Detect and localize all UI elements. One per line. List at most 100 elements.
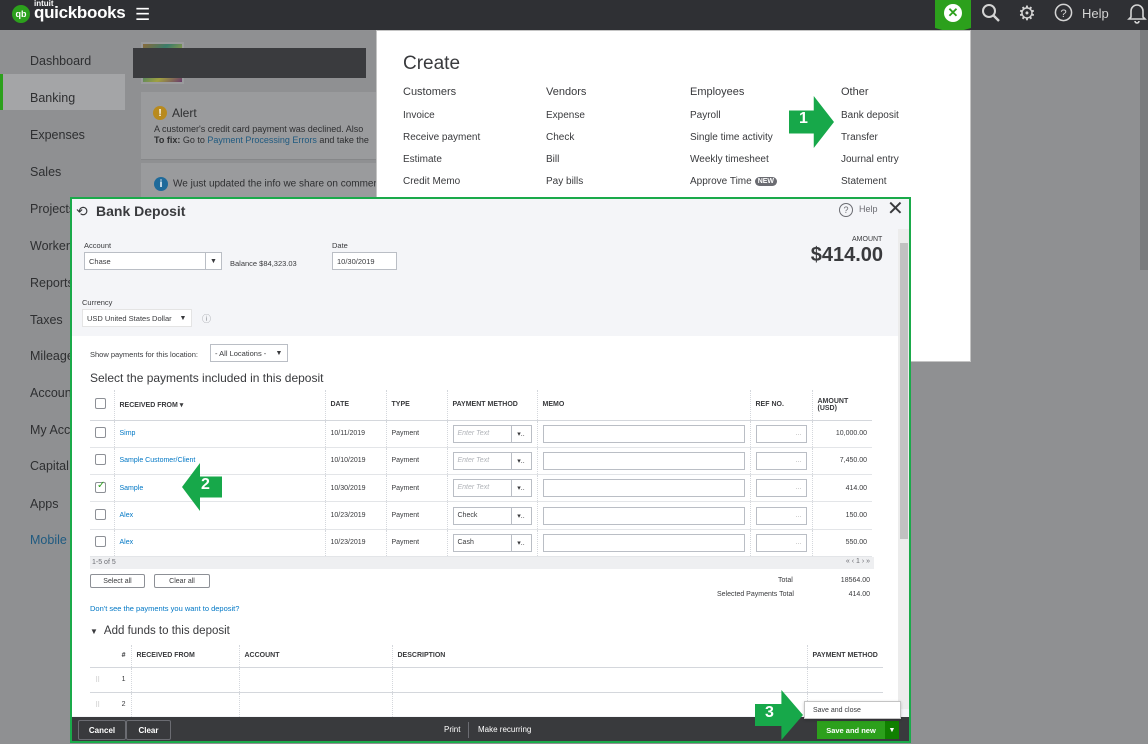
received-from-link[interactable]: Sample Customer/Client [120,457,196,464]
history-icon[interactable]: ⟲ [76,203,88,220]
ref-no-input[interactable]: ... [755,424,807,443]
make-recurring-button[interactable]: Make recurring [478,725,531,734]
payment-method-select[interactable]: Enter Text ▾.. [452,479,532,498]
amount-label: AMOUNT [852,236,883,243]
ref-no-input[interactable]: ... [755,451,807,470]
sidebar-item-dashboard[interactable]: Dashboard [30,54,140,68]
help-icon[interactable]: ? [1054,3,1073,27]
memo-input[interactable] [542,506,745,525]
brand-name: quickbooks [34,3,126,22]
new-badge: NEW [754,176,778,186]
create-toggle-button[interactable]: ✕ [935,0,971,33]
missing-payments-link[interactable]: Don't see the payments you want to depos… [90,604,239,613]
chevron-down-icon: ▾.. [510,507,531,524]
help-icon[interactable]: ? [839,203,853,217]
print-button[interactable]: Print [444,725,460,734]
create-approve-time[interactable]: Approve Time NEW [690,176,778,198]
account-select[interactable]: Chase ▼ [84,252,222,270]
cancel-button[interactable]: Cancel [78,720,126,740]
drag-handle-icon[interactable]: ⠿ [90,692,110,718]
create-estimate[interactable]: Estimate [403,154,480,176]
drag-handle-icon[interactable]: ⠿ [90,667,110,693]
create-statement[interactable]: Statement [841,176,899,198]
clear-all-button[interactable]: Clear all [154,574,210,588]
create-expense[interactable]: Expense [546,110,586,132]
scrollbar-thumb[interactable] [900,243,908,539]
currency-select[interactable]: USD United States Dollar ▼ [82,309,192,327]
save-options-caret[interactable]: ▼ [885,721,899,739]
modal-scrollbar[interactable] [898,229,909,709]
create-pay-bills[interactable]: Pay bills [546,176,586,198]
row-amount: 150.00 [812,501,872,530]
row-checkbox[interactable] [95,509,106,521]
create-credit-memo[interactable]: Credit Memo [403,176,480,198]
create-weekly-timesheet[interactable]: Weekly timesheet [690,154,777,176]
row-checkbox[interactable] [95,536,106,548]
close-icon[interactable]: ✕ [887,199,904,219]
create-journal-entry[interactable]: Journal entry [841,154,899,176]
col-received-from[interactable]: RECEIVED FROM ▾ [114,390,326,421]
create-invoice[interactable]: Invoice [403,110,480,132]
currency-help-icon[interactable]: ⓘ [202,312,211,325]
table-row[interactable]: Alex 10/23/2019 Payment Check ▾..... 150.00 [90,501,872,530]
funds-header-row: # RECEIVED FROM ACCOUNT DESCRIPTION PAYM… [90,645,883,668]
help-label[interactable]: Help [1082,6,1109,21]
pagination-controls[interactable]: « ‹ 1 › » [846,558,870,565]
select-all-checkbox[interactable] [95,398,106,410]
save-and-new-button[interactable]: Save and new [817,721,885,739]
help-link[interactable]: Help [859,204,878,214]
funds-row[interactable]: ⠿ 1 [90,667,883,693]
payment-errors-link[interactable]: Payment Processing Errors [207,135,317,145]
table-row[interactable]: Alex 10/23/2019 Payment Cash ▾..... 550.00 [90,529,872,557]
received-from-link[interactable]: Sample [120,485,144,492]
row-checkbox[interactable] [95,454,106,466]
create-check[interactable]: Check [546,132,586,154]
hamburger-icon[interactable]: ☰ [135,5,150,25]
table-row[interactable]: Sample Customer/Client 10/10/2019 Payment E… [90,447,872,476]
create-single-time-activity[interactable]: Single time activity [690,132,777,154]
create-column-customers: Customers Invoice Receive payment Estima… [403,86,480,198]
ref-no-input[interactable]: ... [755,533,807,552]
create-bill[interactable]: Bill [546,154,586,176]
chevron-down-icon: ▾.. [510,452,531,469]
payment-method-select[interactable]: Enter Text ▾.. [452,424,532,443]
create-transfer[interactable]: Transfer [841,132,899,154]
currency-label: Currency [82,298,113,307]
memo-input[interactable] [542,533,745,552]
sidebar-item-banking[interactable]: Banking [30,91,140,105]
payment-method-select[interactable]: Check ▾.. [452,506,532,525]
row-checkbox[interactable] [95,427,106,439]
memo-input[interactable] [542,479,745,498]
received-from-link[interactable]: Alex [120,512,134,519]
row-date: 10/23/2019 [325,529,387,557]
ref-no-input[interactable]: ... [755,479,807,498]
row-checkbox[interactable] [95,480,106,493]
ref-no-input[interactable]: ... [755,506,807,525]
received-from-link[interactable]: Simp [120,430,136,437]
total-value: 18564.00 [840,577,870,584]
sidebar-item-expenses[interactable]: Expenses [30,128,140,142]
clear-button[interactable]: Clear [126,720,171,740]
create-receive-payment[interactable]: Receive payment [403,132,480,154]
sidebar-item-sales[interactable]: Sales [30,165,140,179]
memo-input[interactable] [542,451,745,470]
col-funds-description: DESCRIPTION [392,645,808,668]
quickbooks-logo[interactable]: qb intuit quickbooks [12,0,126,24]
payment-method-select[interactable]: Cash ▾.. [452,533,532,552]
create-payroll[interactable]: Payroll [690,110,777,132]
create-bank-deposit[interactable]: Bank deposit [841,110,899,132]
date-input[interactable]: 10/30/2019 [332,252,397,270]
search-icon[interactable] [981,3,1001,28]
payment-method-select[interactable]: Enter Text ▾.. [452,451,532,470]
location-select[interactable]: - All Locations - ▼ [210,344,288,362]
save-and-close-option[interactable]: Save and close [804,701,901,719]
page-scrollbar[interactable] [1140,30,1148,270]
add-funds-toggle[interactable]: ▼ Add funds to this deposit [90,625,230,637]
select-all-button[interactable]: Select all [90,574,145,588]
gear-icon[interactable]: ⚙ [1018,1,1036,26]
row-amount: 550.00 [812,529,872,557]
bell-icon[interactable] [1127,2,1147,29]
received-from-link[interactable]: Alex [120,539,134,546]
table-row[interactable]: Simp 10/11/2019 Payment Enter Text ▾..... 10,… [90,420,872,448]
memo-input[interactable] [542,424,745,443]
